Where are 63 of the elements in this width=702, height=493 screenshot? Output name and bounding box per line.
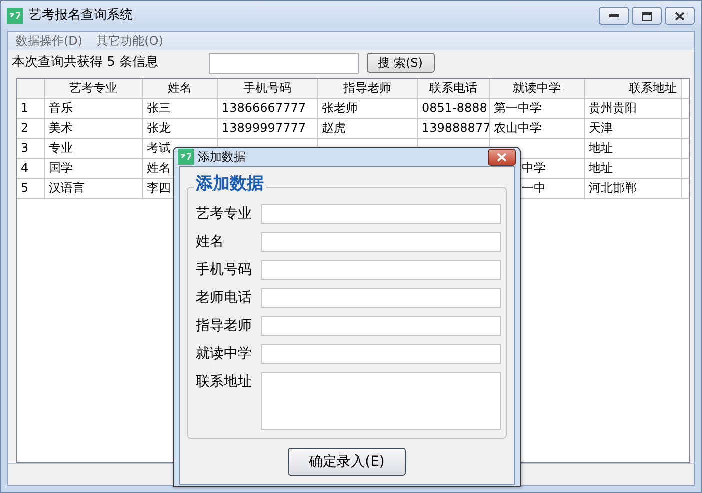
field-label: 联系地址 <box>196 373 253 392</box>
column-header[interactable]: 手机号码 <box>218 79 318 98</box>
close-button[interactable] <box>665 7 695 25</box>
table-cell: 天津 <box>585 119 682 138</box>
result-count-text: 本次查询共获得 5 条信息 <box>12 54 159 72</box>
table-cell: 河北邯郸 <box>585 179 682 198</box>
field-label: 姓名 <box>196 233 225 252</box>
menu-item[interactable]: 其它功能(O) <box>96 32 164 50</box>
table-cell: 地址 <box>585 139 682 158</box>
maximize-icon <box>642 12 652 20</box>
close-icon <box>675 12 685 20</box>
search-field[interactable] <box>208 52 359 74</box>
table-cell: 张老师 <box>318 99 418 118</box>
submit-button[interactable]: 确定录入(E) <box>288 448 406 476</box>
app-icon <box>7 8 23 24</box>
table-cell: 张龙 <box>143 119 218 138</box>
table-cell: 美术 <box>45 119 143 138</box>
field-label: 就读中学 <box>196 345 253 364</box>
column-header[interactable]: 联系地址 <box>585 79 682 98</box>
table-cell: 0851-8888 <box>418 99 490 118</box>
text-area[interactable] <box>260 372 501 430</box>
table-cell: 音乐 <box>45 99 143 118</box>
input-field[interactable] <box>260 344 501 364</box>
table-cell: 张三 <box>143 99 218 118</box>
column-header[interactable]: 联系电话 <box>418 79 490 98</box>
row-number: 2 <box>17 119 45 138</box>
table-cell: 汉语言 <box>45 179 143 198</box>
table-cell: 赵虎 <box>318 119 418 138</box>
row-number: 5 <box>17 179 45 198</box>
minimize-button[interactable] <box>599 7 629 25</box>
table-cell: 地址 <box>585 159 682 178</box>
table-cell: 贵州贵阳 <box>585 99 682 118</box>
table-cell: 国学 <box>45 159 143 178</box>
row-number: 3 <box>17 139 45 158</box>
field-label: 指导老师 <box>196 317 253 336</box>
minimize-icon <box>609 14 619 18</box>
menu-item[interactable]: 数据操作(D) <box>16 32 83 50</box>
field-label: 艺考专业 <box>196 205 253 224</box>
field-label: 老师电话 <box>196 289 253 308</box>
maximize-button[interactable] <box>632 7 662 25</box>
table-cell: 13899997777 <box>218 119 318 138</box>
close-icon <box>497 152 507 162</box>
search-button[interactable]: 搜 索(S) <box>366 53 435 73</box>
table-cell: 农山中学 <box>490 119 585 138</box>
column-header[interactable]: 姓名 <box>143 79 218 98</box>
row-number: 1 <box>17 99 45 118</box>
column-header[interactable]: 就读中学 <box>490 79 585 98</box>
input-field[interactable] <box>260 260 501 280</box>
table-cell: 第一中学 <box>490 99 585 118</box>
row-number: 4 <box>17 159 45 178</box>
field-label: 手机号码 <box>196 261 253 280</box>
table-cell: 专业 <box>45 139 143 158</box>
app-icon <box>178 149 194 165</box>
input-field[interactable] <box>260 232 501 252</box>
input-field[interactable] <box>260 288 501 308</box>
table-cell: 13866667777 <box>218 99 318 118</box>
input-field[interactable] <box>260 316 501 336</box>
group-title: 添加数据 <box>194 174 266 194</box>
input-field[interactable] <box>260 204 501 224</box>
window-title: 艺考报名查询系统 <box>29 7 133 26</box>
close-button[interactable] <box>488 148 516 166</box>
column-header[interactable]: 艺考专业 <box>45 79 143 98</box>
column-header[interactable]: 指导老师 <box>318 79 418 98</box>
